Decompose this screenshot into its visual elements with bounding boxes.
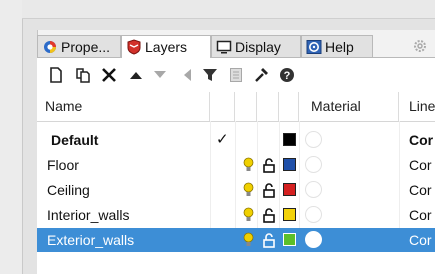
layer-name[interactable]: Exterior_walls <box>47 228 134 252</box>
layer-row[interactable]: Floor Cor <box>37 153 435 177</box>
unlocked-icon[interactable] <box>262 157 276 173</box>
move-left-icon[interactable] <box>177 65 197 85</box>
move-up-icon[interactable] <box>126 65 146 85</box>
tab-display[interactable]: Display <box>211 35 301 57</box>
layer-row[interactable]: Default ✓ Cor <box>37 128 435 152</box>
layer-linetype[interactable]: Cor <box>409 128 433 152</box>
top-toolbar-strip <box>22 0 435 19</box>
new-layer-icon[interactable] <box>46 65 66 85</box>
grid-header: Name Material Line <box>37 92 435 122</box>
layer-name[interactable]: Interior_walls <box>47 203 129 227</box>
layers-icon <box>126 39 142 55</box>
layer-name[interactable]: Floor <box>47 153 79 177</box>
layer-row[interactable]: Exterior_walls Cor <box>37 228 435 252</box>
tools-icon[interactable] <box>251 65 271 85</box>
tab-layers[interactable]: Layers <box>121 35 211 58</box>
layer-linetype[interactable]: Cor <box>409 203 432 227</box>
tab-label: Display <box>235 38 281 55</box>
visible-bulb-icon[interactable] <box>243 157 254 173</box>
unlocked-icon[interactable] <box>262 207 276 223</box>
layer-linetype[interactable]: Cor <box>409 153 432 177</box>
properties-icon <box>42 39 58 55</box>
panel-options-icon[interactable] <box>412 35 434 57</box>
material-swatch[interactable] <box>305 156 322 173</box>
visible-bulb-icon[interactable] <box>243 232 254 248</box>
layers-toolbar: ? <box>37 57 435 92</box>
tab-label: Layers <box>145 39 188 55</box>
material-swatch[interactable] <box>305 231 322 248</box>
column-header-linetype[interactable]: Line <box>399 92 435 121</box>
material-swatch[interactable] <box>305 131 322 148</box>
tab-properties[interactable]: Prope... <box>37 35 121 57</box>
help-icon <box>306 39 322 55</box>
layer-color-swatch[interactable] <box>283 133 296 146</box>
layer-state-icon[interactable] <box>226 65 246 85</box>
tab-label: Prope... <box>61 38 111 55</box>
layer-linetype[interactable]: Cor <box>409 178 432 202</box>
layer-color-swatch[interactable] <box>283 183 296 196</box>
tab-label: Help <box>325 38 354 55</box>
layer-color-swatch[interactable] <box>283 233 296 246</box>
viewport-edge <box>0 0 23 274</box>
tab-help[interactable]: Help <box>301 35 373 57</box>
filter-icon[interactable] <box>200 65 220 85</box>
new-sublayer-icon[interactable] <box>73 65 93 85</box>
svg-text:?: ? <box>284 70 291 82</box>
material-swatch[interactable] <box>305 206 322 223</box>
unlocked-icon[interactable] <box>262 232 276 248</box>
visible-bulb-icon[interactable] <box>243 207 254 223</box>
material-swatch[interactable] <box>305 181 322 198</box>
panel-tabs: Prope... Layers Display Help <box>37 35 435 58</box>
move-down-icon[interactable] <box>150 65 170 85</box>
layer-name[interactable]: Ceiling <box>47 178 90 202</box>
layer-color-swatch[interactable] <box>283 208 296 221</box>
column-header-name[interactable]: Name <box>37 92 210 121</box>
unlocked-icon[interactable] <box>262 182 276 198</box>
display-icon <box>216 39 232 55</box>
visible-bulb-icon[interactable] <box>243 182 254 198</box>
column-header-material[interactable]: Material <box>299 92 399 121</box>
column-header-current[interactable] <box>210 92 235 121</box>
current-layer-check-icon[interactable]: ✓ <box>216 128 229 152</box>
layers-grid: Name Material Line Default ✓ Cor Floor Cor Ce… <box>37 92 435 274</box>
column-header-locked[interactable] <box>257 92 279 121</box>
layer-row[interactable]: Ceiling Cor <box>37 178 435 202</box>
layer-color-swatch[interactable] <box>283 158 296 171</box>
layer-name[interactable]: Default <box>51 128 98 152</box>
layer-linetype[interactable]: Cor <box>409 228 432 252</box>
delete-icon[interactable] <box>99 65 119 85</box>
help-icon[interactable]: ? <box>277 65 297 85</box>
column-header-color[interactable] <box>279 92 299 121</box>
layer-row[interactable]: Interior_walls Cor <box>37 203 435 227</box>
column-header-visible[interactable] <box>235 92 257 121</box>
